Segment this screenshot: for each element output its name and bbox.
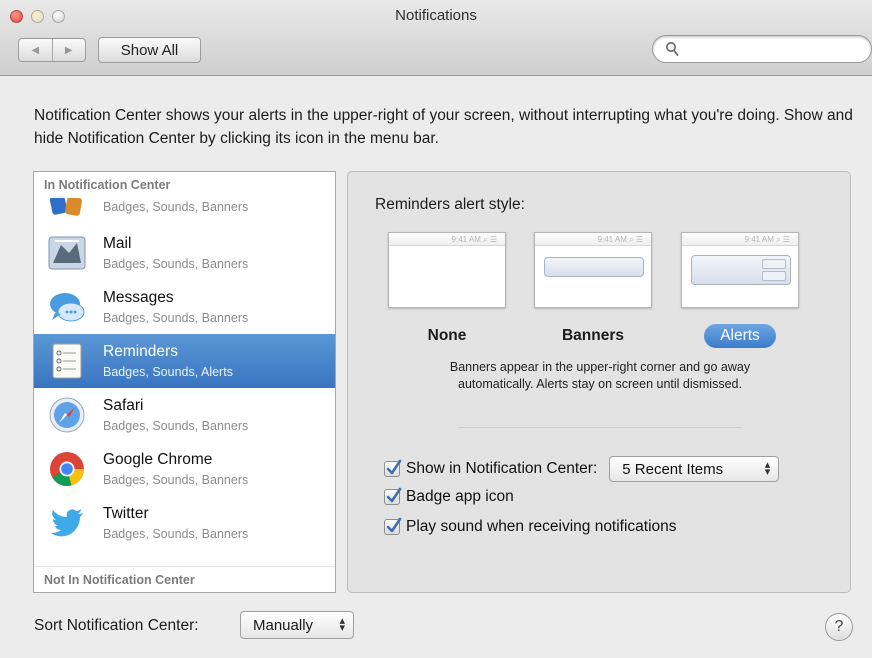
list-item-name: Mail: [103, 234, 132, 252]
recent-items-popup[interactable]: 5 Recent Items ▴ ▾: [609, 456, 780, 482]
sort-order-popup[interactable]: Manually ▴ ▾: [240, 611, 354, 639]
banner-shape: [544, 257, 644, 277]
search-input[interactable]: [685, 39, 865, 59]
recent-items-value: 5 Recent Items: [622, 460, 724, 478]
banners-preview[interactable]: 9:41 AM ⌕ ☰: [534, 232, 652, 308]
list-item-safari[interactable]: Safari Badges, Sounds, Banners: [34, 388, 335, 442]
window-title: Notifications: [395, 7, 477, 24]
play-sound-row: Play sound when receiving notifications: [384, 517, 677, 536]
chrome-icon: [47, 449, 87, 489]
back-forward-control: ◀ ▶: [18, 38, 86, 62]
list-item-subtitle: Badges, Sounds, Banners: [103, 472, 249, 487]
sort-notification-center-label: Sort Notification Center:: [34, 617, 199, 634]
list-item-subtitle: Badges, Sounds, Banners: [103, 526, 249, 541]
list-item-twitter[interactable]: Twitter Badges, Sounds, Banners: [34, 496, 335, 550]
show-all-button[interactable]: Show All: [98, 37, 201, 63]
show-in-notification-center-label[interactable]: Show in Notification Center:: [406, 460, 597, 478]
preview-time: 9:41 AM: [744, 235, 774, 244]
list-item-subtitle: Badges, Sounds, Banners: [103, 418, 249, 433]
list-header-in-notification-center: In Notification Center: [34, 172, 335, 198]
list-item-mail[interactable]: Mail Badges, Sounds, Banners: [34, 226, 335, 280]
badge-app-icon-row: Badge app icon: [384, 487, 514, 506]
twitter-bird-icon: [47, 503, 87, 543]
hint-line-1: Banners appear in the upper-right corner…: [449, 360, 751, 374]
description-text: Notification Center shows your alerts in…: [34, 107, 853, 147]
list-item-name: Reminders: [103, 342, 178, 360]
list-header-not-in-notification-center: Not In Notification Center: [34, 566, 335, 592]
badge-app-icon-label[interactable]: Badge app icon: [406, 488, 514, 506]
list-item-subtitle: Badges, Sounds, Banners: [103, 200, 249, 214]
safari-icon: [47, 395, 87, 435]
play-sound-checkbox[interactable]: [384, 517, 402, 535]
preview-time: 9:41 AM: [597, 235, 627, 244]
help-button[interactable]: ?: [825, 613, 853, 641]
mail-icon: [47, 233, 87, 273]
list-item-reminders[interactable]: Reminders Badges, Sounds, Alerts: [34, 334, 335, 388]
forward-button[interactable]: ▶: [53, 39, 86, 61]
messages-icon: [47, 287, 87, 327]
title-bar: Notifications ◀ ▶ Show All: [0, 0, 872, 76]
alert-shape: [691, 255, 791, 285]
search-field[interactable]: [652, 35, 872, 63]
settings-panel: Reminders alert style: 9:41 AM ⌕ ☰ None …: [347, 171, 851, 593]
divider: [458, 427, 742, 428]
play-sound-label[interactable]: Play sound when receiving notifications: [406, 518, 677, 536]
hint-line-2: automatically. Alerts stay on screen unt…: [458, 377, 742, 391]
checkmark-icon: [386, 487, 402, 503]
alert-style-banners-label[interactable]: Banners: [534, 324, 652, 348]
checkmark-icon: [386, 459, 402, 475]
none-preview[interactable]: 9:41 AM ⌕ ☰: [388, 232, 506, 308]
list-item-name: Twitter: [103, 504, 149, 522]
list-item-subtitle: Badges, Sounds, Banners: [103, 310, 249, 325]
list-item-subtitle: Badges, Sounds, Alerts: [103, 364, 233, 379]
alert-style-alerts-option[interactable]: 9:41 AM ⌕ ☰ Alerts: [681, 232, 799, 348]
app-list[interactable]: In Notification Center Badges, Sounds, B…: [33, 171, 336, 593]
sort-order-value: Manually: [253, 616, 314, 634]
badge-app-icon-checkbox[interactable]: [384, 487, 402, 505]
popup-arrows-icon: ▴ ▾: [339, 615, 345, 634]
reminders-icon: [47, 341, 87, 381]
alert-style-alerts-label[interactable]: Alerts: [704, 324, 776, 348]
alerts-preview[interactable]: 9:41 AM ⌕ ☰: [681, 232, 799, 308]
list-item-subtitle: Badges, Sounds, Banners: [103, 256, 249, 271]
list-item-name: Safari: [103, 396, 144, 414]
preview-time: 9:41 AM: [451, 235, 481, 244]
alert-style-label: Reminders alert style:: [375, 196, 525, 213]
back-button[interactable]: ◀: [19, 39, 53, 61]
alert-style-none-label[interactable]: None: [388, 324, 506, 348]
search-icon: [666, 42, 679, 56]
checkmark-icon: [386, 517, 402, 533]
alert-style-banners-option[interactable]: 9:41 AM ⌕ ☰ Banners: [534, 232, 652, 348]
popup-arrows-icon: ▴ ▾: [764, 459, 771, 478]
list-item-google-chrome[interactable]: Google Chrome Badges, Sounds, Banners: [34, 442, 335, 496]
list-item-name: Messages: [103, 288, 174, 306]
list-item-name: Google Chrome: [103, 450, 213, 468]
alert-style-hint: Banners appear in the upper-right corner…: [388, 359, 812, 393]
show-in-notification-center-row: Show in Notification Center: 5 Recent It…: [384, 456, 780, 482]
alert-style-none-option[interactable]: 9:41 AM ⌕ ☰ None: [388, 232, 506, 348]
show-in-notification-center-checkbox[interactable]: [384, 459, 402, 477]
list-item-messages[interactable]: Messages Badges, Sounds, Banners: [34, 280, 335, 334]
